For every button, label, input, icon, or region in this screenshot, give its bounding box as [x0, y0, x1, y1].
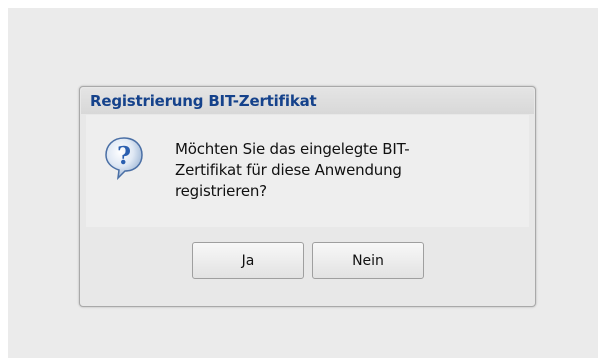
dialog-title: Registrierung BIT-Zertifikat	[90, 92, 317, 110]
question-icon: ?	[105, 137, 143, 180]
no-button[interactable]: Nein	[312, 242, 424, 279]
dialog-header: Registrierung BIT-Zertifikat	[81, 88, 534, 114]
yes-button[interactable]: Ja	[192, 242, 304, 279]
dialog-message: Möchten Sie das eingelegte BIT-Zertifika…	[175, 140, 410, 200]
svg-text:?: ?	[117, 141, 131, 170]
confirm-dialog: Registrierung BIT-Zertifikat ? Möchten S…	[79, 86, 536, 307]
